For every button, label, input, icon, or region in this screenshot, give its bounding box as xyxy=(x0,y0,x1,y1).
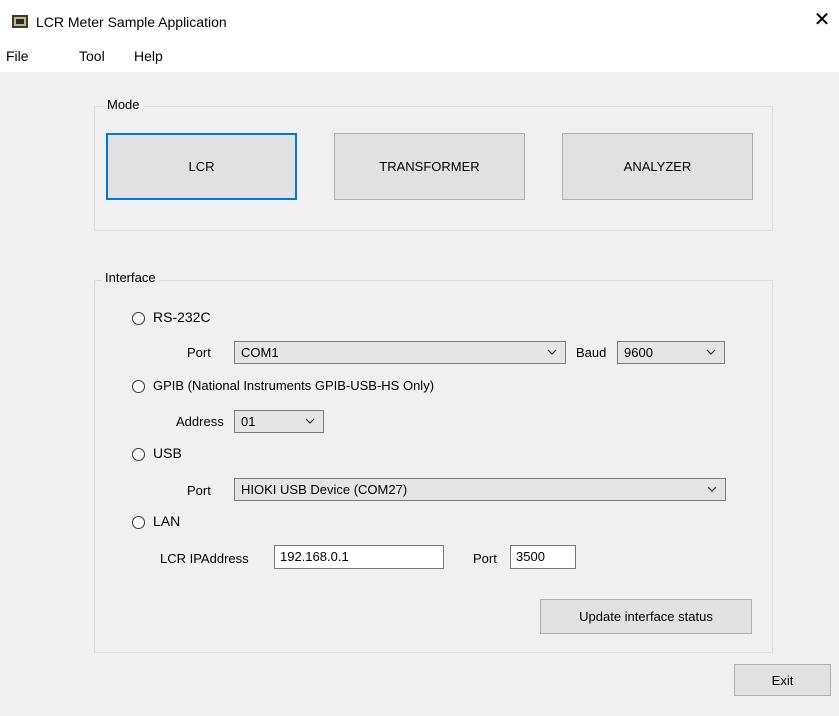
rs232c-port-value: COM1 xyxy=(241,345,279,360)
chevron-down-icon xyxy=(707,486,717,492)
usb-port-label: Port xyxy=(187,483,211,498)
lan-radio[interactable] xyxy=(132,516,145,529)
update-interface-status-button[interactable]: Update interface status xyxy=(540,599,752,634)
lan-ip-input[interactable]: 192.168.0.1 xyxy=(274,545,444,569)
mode-group-title: Mode xyxy=(104,97,143,112)
usb-port-value: HIOKI USB Device (COM27) xyxy=(241,482,408,497)
gpib-radio[interactable] xyxy=(132,380,145,393)
menu-file[interactable]: File xyxy=(6,48,29,64)
lan-port-value: 3500 xyxy=(516,549,545,564)
rs232c-port-label: Port xyxy=(187,345,211,360)
gpib-address-label: Address xyxy=(176,414,224,429)
lan-label: LAN xyxy=(153,513,181,529)
rs232c-label: RS-232C xyxy=(153,309,211,325)
usb-port-select[interactable]: HIOKI USB Device (COM27) xyxy=(234,478,726,501)
app-icon xyxy=(12,15,28,28)
chevron-down-icon xyxy=(547,349,557,355)
close-icon[interactable]: ✕ xyxy=(810,8,834,32)
chevron-down-icon xyxy=(706,349,716,355)
menu-tool[interactable]: Tool xyxy=(79,48,105,64)
usb-label: USB xyxy=(153,445,182,461)
rs232c-baud-value: 9600 xyxy=(624,345,653,360)
interface-groupbox xyxy=(94,280,773,653)
menu-help[interactable]: Help xyxy=(134,48,163,64)
rs232c-baud-label: Baud xyxy=(576,345,607,360)
lan-port-input[interactable]: 3500 xyxy=(510,545,576,569)
rs232c-baud-select[interactable]: 9600 xyxy=(617,341,725,364)
gpib-address-value: 01 xyxy=(241,414,256,429)
lan-ip-label: LCR IPAddress xyxy=(160,551,249,566)
usb-radio[interactable] xyxy=(132,448,145,461)
window-title: LCR Meter Sample Application xyxy=(36,14,227,30)
rs232c-radio[interactable] xyxy=(132,312,145,325)
lan-ip-value: 192.168.0.1 xyxy=(280,549,349,564)
transformer-mode-button[interactable]: TRANSFORMER xyxy=(334,133,525,200)
lcr-mode-button[interactable]: LCR xyxy=(106,133,297,200)
lan-port-label: Port xyxy=(473,551,497,566)
gpib-address-select[interactable]: 01 xyxy=(234,410,324,433)
chevron-down-icon xyxy=(305,418,315,424)
gpib-label: GPIB (National Instruments GPIB-USB-HS O… xyxy=(153,378,435,393)
analyzer-mode-button[interactable]: ANALYZER xyxy=(562,133,753,200)
rs232c-port-select[interactable]: COM1 xyxy=(234,341,566,364)
menu-bar xyxy=(0,42,839,72)
exit-button[interactable]: Exit xyxy=(734,664,831,696)
interface-group-title: Interface xyxy=(102,270,159,285)
